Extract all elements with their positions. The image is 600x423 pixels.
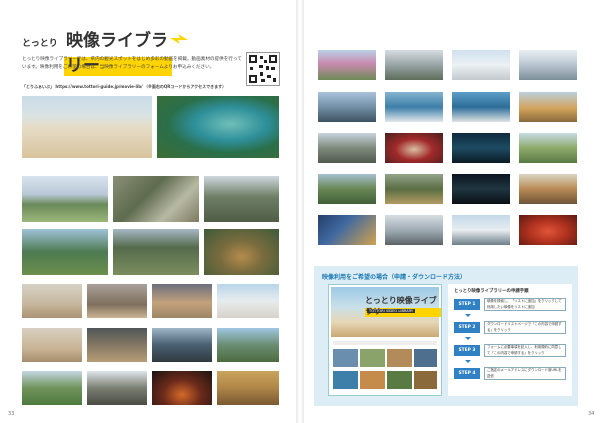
- photo[interactable]: [22, 176, 108, 222]
- photo[interactable]: [22, 371, 82, 405]
- photo[interactable]: [519, 174, 577, 204]
- steps-heading: とっとり映像ライブラリーの申請手順: [454, 289, 529, 294]
- photo[interactable]: [385, 92, 443, 122]
- photo[interactable]: [157, 96, 279, 158]
- photo[interactable]: [87, 284, 147, 318]
- arrow-down-icon: [465, 360, 471, 363]
- step-text: フォームに必要事項を記入し、利用規約に同意して「この内容で申請する」をクリック: [484, 344, 566, 357]
- steps-box: とっとり映像ライブラリーの申請手順 STEP 1 映像を検索し、「リストに追加」…: [448, 284, 572, 396]
- page-number: 34: [588, 411, 595, 417]
- step-text: 映像を検索し、「リストに追加」をクリックして利用したい映像をリストに追加: [484, 298, 566, 311]
- photo[interactable]: [452, 133, 510, 163]
- photo[interactable]: [204, 229, 279, 275]
- intro-text: とっとり映像ライブラリーでは、県内の観光スポットをはじめ多彩の動画を掲載。動画素…: [22, 57, 242, 70]
- library-screenshot: とっとり映像ライブラリー TOTTORI VIDEO LIBRARY: [328, 284, 442, 396]
- photo[interactable]: [22, 229, 108, 275]
- thumbnail[interactable]: [333, 371, 358, 389]
- left-page: とっとり 映像ライブラリー とっとり映像ライブラリーでは、県内の観光スポットをは…: [0, 0, 296, 423]
- photo[interactable]: [318, 215, 376, 245]
- step-text: ダウンロードリストページで「この内容で申請する」をクリック: [484, 321, 566, 334]
- photo[interactable]: [113, 229, 199, 275]
- photo[interactable]: [452, 50, 510, 80]
- thumbnail[interactable]: [360, 349, 385, 367]
- photo[interactable]: [385, 50, 443, 80]
- photo[interactable]: [22, 96, 152, 158]
- thumbnail[interactable]: [387, 371, 412, 389]
- photo[interactable]: [113, 176, 199, 222]
- photo[interactable]: [385, 133, 443, 163]
- photo[interactable]: [22, 284, 82, 318]
- library-title: とっとり 映像ライブラリー: [22, 26, 188, 76]
- photo[interactable]: [217, 284, 279, 318]
- thumbnail[interactable]: [414, 371, 437, 389]
- photo[interactable]: [87, 371, 147, 405]
- thumbnail[interactable]: [333, 349, 358, 367]
- screen-subtitle: TOTTORI VIDEO LIBRARY: [367, 309, 416, 313]
- search-bar[interactable]: [333, 341, 437, 345]
- qr-code[interactable]: [246, 52, 280, 86]
- request-panel: 映像利用をご希望の場合（申請・ダウンロード方法） とっとり映像ライブラリー TO…: [314, 266, 578, 406]
- step-label: STEP 4: [454, 368, 480, 379]
- step-label: STEP 2: [454, 322, 480, 333]
- photo[interactable]: [318, 174, 376, 204]
- arrow-down-icon: [465, 337, 471, 340]
- screen-title: とっとり映像ライブラリー: [365, 295, 441, 317]
- step-text: ご指定のメールアドレスにダウンロード用URLを送信: [484, 367, 566, 380]
- step-label: STEP 3: [454, 345, 480, 356]
- step-2: STEP 2 ダウンロードリストページで「この内容で申請する」をクリック: [454, 320, 566, 335]
- step-4: STEP 4 ご指定のメールアドレスにダウンロード用URLを送信: [454, 366, 566, 381]
- photo[interactable]: [385, 215, 443, 245]
- photo[interactable]: [519, 50, 577, 80]
- photo[interactable]: [152, 284, 212, 318]
- photo[interactable]: [217, 328, 279, 362]
- photo[interactable]: [452, 92, 510, 122]
- title-prefix: とっとり: [22, 39, 58, 49]
- photo[interactable]: [519, 215, 577, 245]
- photo[interactable]: [87, 328, 147, 362]
- photo[interactable]: [217, 371, 279, 405]
- request-title: 映像利用をご希望の場合（申請・ダウンロード方法）: [322, 274, 467, 281]
- thumbnail[interactable]: [387, 349, 412, 367]
- photo[interactable]: [452, 174, 510, 204]
- photo[interactable]: [519, 92, 577, 122]
- thumbnail[interactable]: [360, 371, 385, 389]
- arrow-down-icon: [465, 314, 471, 317]
- gutter: [296, 0, 304, 423]
- photo[interactable]: [385, 174, 443, 204]
- photo[interactable]: [152, 328, 212, 362]
- step-label: STEP 1: [454, 299, 480, 310]
- lightning-icon: [170, 34, 188, 44]
- photo[interactable]: [318, 133, 376, 163]
- photo[interactable]: [318, 50, 376, 80]
- photo[interactable]: [452, 215, 510, 245]
- photo[interactable]: [204, 176, 279, 222]
- photo[interactable]: [519, 133, 577, 163]
- step-3: STEP 3 フォームに必要事項を記入し、利用規約に同意して「この内容で申請する…: [454, 343, 566, 358]
- library-url[interactable]: 「とりふぁいぶ」 https://www.tottori-guide.jp/mo…: [22, 84, 252, 90]
- photo[interactable]: [318, 92, 376, 122]
- page-number: 33: [8, 411, 15, 417]
- thumbnail[interactable]: [414, 349, 437, 367]
- step-1: STEP 1 映像を検索し、「リストに追加」をクリックして利用したい映像をリスト…: [454, 297, 566, 312]
- photo[interactable]: [152, 371, 212, 405]
- photo[interactable]: [22, 328, 82, 362]
